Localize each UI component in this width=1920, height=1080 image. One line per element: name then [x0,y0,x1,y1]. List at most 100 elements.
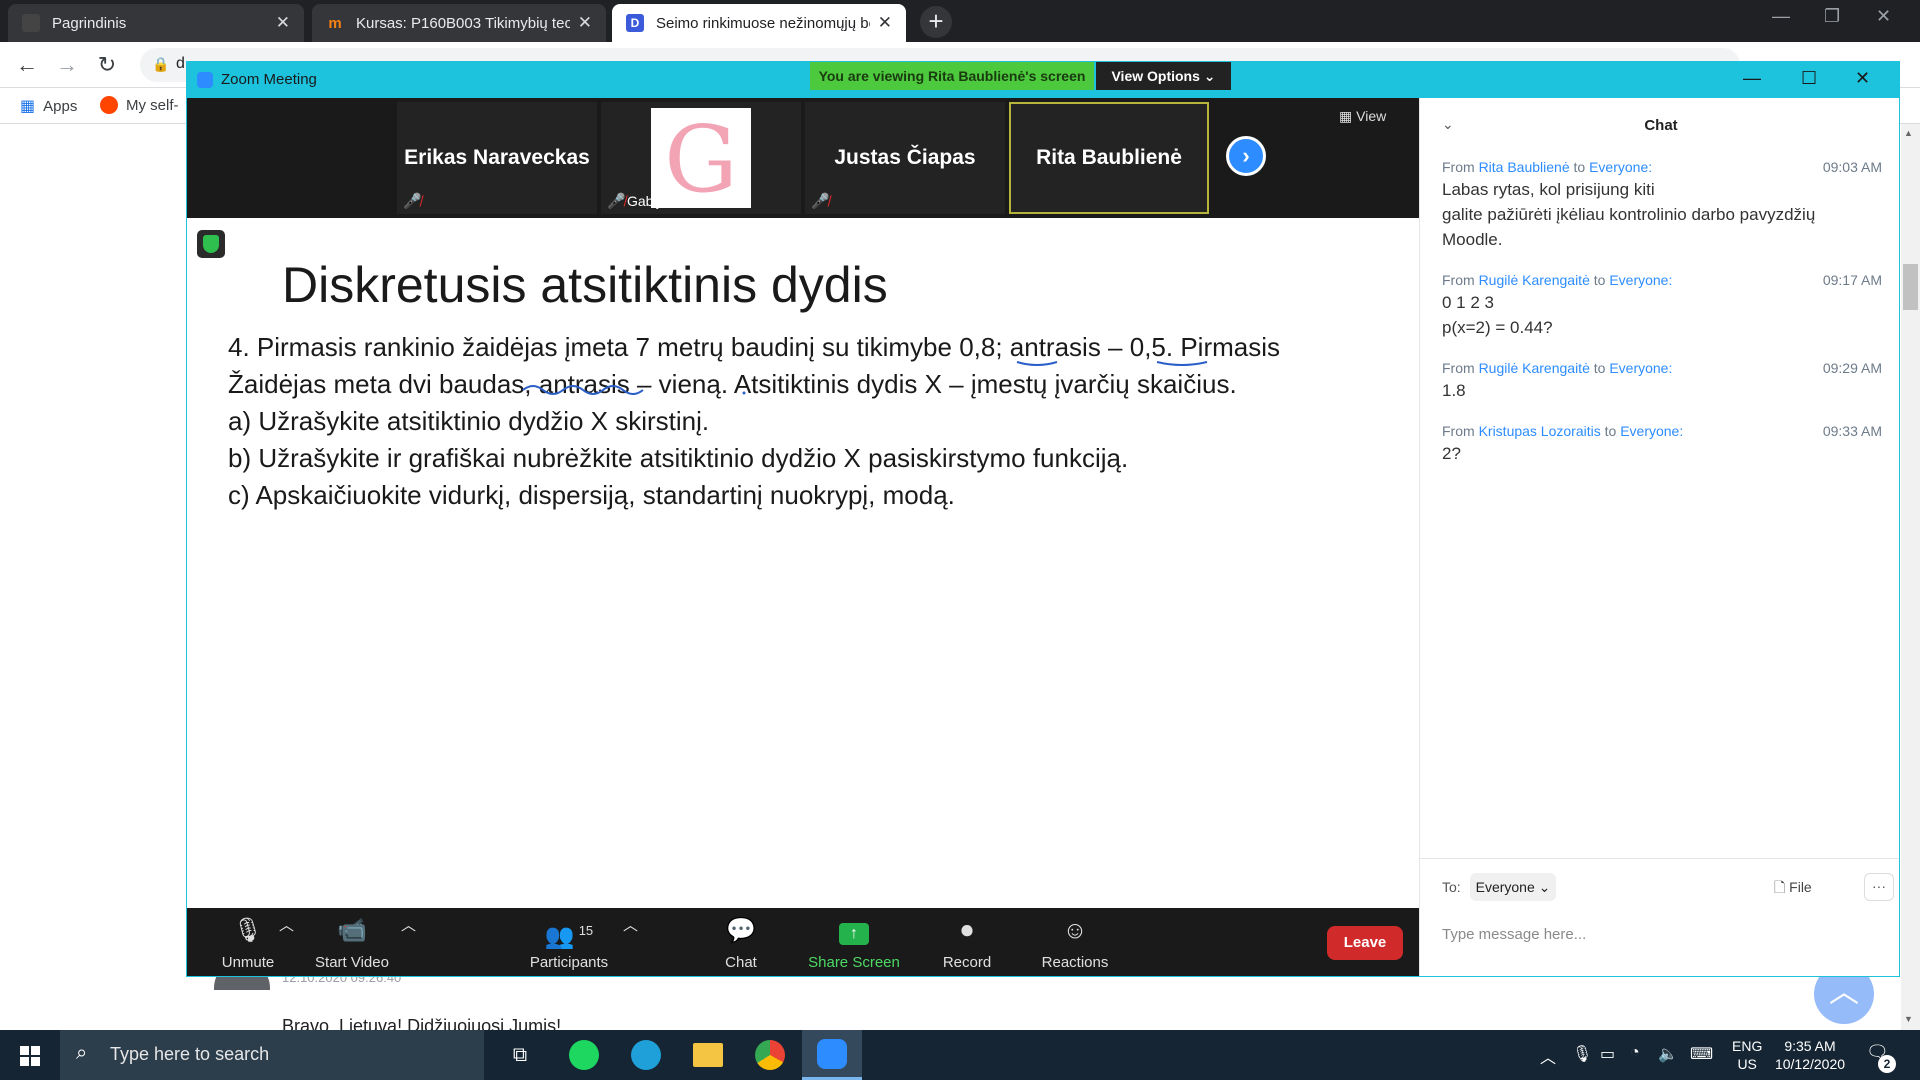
taskbar-search[interactable]: ⌕ Type here to search [60,1030,484,1080]
record-icon: ⏺ [961,917,973,944]
chat-message: From Rugilė Karengaitė to Everyone: 09:2… [1442,360,1882,403]
leave-button[interactable]: Leave [1327,926,1403,960]
chat-message-text: 1.8 [1442,381,1466,400]
chat-message-header: From Rugilė Karengaitė to Everyone: 09:2… [1442,360,1882,376]
file-button[interactable]: 🗋 File [1774,877,1812,901]
page-scroll-thumb[interactable] [1903,264,1918,310]
next-participants-button[interactable]: › [1226,136,1266,176]
new-tab-button[interactable]: + [920,6,952,38]
participant-name: Erikas Naraveckas [404,146,590,169]
zoom-maximize-icon[interactable]: ☐ [1801,68,1817,89]
battery-icon[interactable]: ▭ [1600,1044,1615,1064]
chat-message: From Kristupas Lozoraitis to Everyone: 0… [1442,423,1882,466]
zoom-close-icon[interactable]: ✕ [1855,68,1870,89]
bookmark-apps[interactable]: ▦ Apps [20,96,77,116]
show-hidden-icons-icon[interactable]: ︿ [1540,1044,1556,1068]
windows-logo-pane [31,1046,40,1055]
sender-name[interactable]: Rugilė Karengaitė [1479,272,1590,288]
share-screen-button[interactable]: ↑ Share Screen [799,914,909,971]
bookmark-my-self[interactable]: My self- [100,96,179,114]
zoom-title-bar: Zoom Meeting You are viewing Rita Baubli… [187,62,1899,98]
scroll-down-arrow-icon[interactable]: ▼ [1904,1014,1913,1024]
d-icon: D [626,14,644,32]
view-layout-button[interactable]: ▦ View [1339,108,1386,125]
wifi-icon[interactable]: ◔ [1630,1044,1640,1062]
recipient-name[interactable]: Everyone: [1589,159,1652,175]
reactions-button[interactable]: ☺ Reactions [1027,914,1123,971]
participant-name: Justas Čiapas [834,146,976,169]
participants-icon: 👥 [544,923,575,950]
recipient-name[interactable]: Everyone: [1620,423,1683,439]
zoom-minimize-icon[interactable]: — [1743,68,1761,89]
volume-icon[interactable]: 🔈 [1658,1044,1678,1064]
close-tab-icon[interactable]: ✕ [878,13,892,33]
reload-icon[interactable]: ↻ [92,50,122,80]
start-button[interactable] [0,1030,60,1080]
chat-message-text: Labas rytas, kol prisijung kiti galite p… [1442,180,1816,249]
view-options-button[interactable]: View Options ⌄ [1096,62,1231,90]
page-scrollbar[interactable] [1901,124,1920,1030]
tab-title: Seimo rinkimuose nežinomųjų be [656,14,870,32]
taskbar-spotify[interactable] [554,1030,614,1080]
chat-message-header: From Kristupas Lozoraitis to Everyone: 0… [1442,423,1882,439]
clock-time: 9:35 AM [1784,1038,1836,1054]
record-button[interactable]: ⏺ Record [927,914,1007,971]
address-text: d [176,55,185,72]
from-label: From [1442,272,1475,288]
back-icon[interactable]: ← [12,50,42,80]
start-video-button[interactable]: 📹 Start Video [293,914,411,971]
browser-tab-seimo[interactable]: D Seimo rinkimuose nežinomųjų be ✕ [612,4,906,42]
restore-icon[interactable]: ❐ [1824,6,1840,27]
tab-title: Pagrindinis [52,14,127,32]
taskbar-zoom[interactable] [802,1030,862,1080]
sender-name[interactable]: Rita Baublienė [1479,159,1570,175]
sender-name[interactable]: Rugilė Karengaitė [1479,360,1590,376]
muted-mic-icon: 🎤̸ [811,193,830,210]
meeting-controls: 🎙 Unmute ︿ 📹 Start Video ︿ 👥 15 Participa… [187,908,1419,976]
close-tab-icon[interactable]: ✕ [276,13,290,33]
scroll-up-arrow-icon[interactable]: ▲ [1904,128,1913,138]
participant-tile-rita[interactable]: Rita Baublienė [1009,102,1209,214]
minimize-icon[interactable]: — [1772,6,1790,27]
browser-tab-strip: Pagrindinis ✕ m Kursas: P160B003 Tikimyb… [0,0,1920,42]
taskbar-clock[interactable]: 9:35 AM 10/12/2020 [1768,1037,1852,1073]
keyboard-icon[interactable]: ⌨ [1690,1044,1713,1064]
chat-button[interactable]: 💬 Chat [701,914,781,971]
recipient-name[interactable]: Everyone: [1609,360,1672,376]
taskbar-chrome[interactable] [740,1030,800,1080]
browser-tab-pagrindinis[interactable]: Pagrindinis ✕ [8,4,304,42]
control-label: Chat [725,954,757,971]
participant-tile-erikas[interactable]: Erikas Naraveckas 🎤̸ [397,102,597,214]
participant-tile-justas[interactable]: Justas Čiapas 🎤̸ [805,102,1005,214]
taskbar-file-explorer[interactable] [678,1030,738,1080]
audio-options-caret-icon[interactable]: ︿ [279,914,294,935]
pen-annotations [522,361,1208,395]
close-tab-icon[interactable]: ✕ [578,13,592,33]
video-options-caret-icon[interactable]: ︿ [401,914,416,935]
participants-options-caret-icon[interactable]: ︿ [623,914,638,935]
task-view-button[interactable]: ⧉ [490,1030,550,1080]
notification-badge: 2 [1878,1055,1896,1073]
to-label: to [1593,272,1606,288]
file-icon: 🗋 [1774,879,1786,895]
lang-code: ENG [1732,1038,1763,1054]
forward-icon[interactable]: → [52,50,82,80]
taskbar-edge[interactable] [616,1030,676,1080]
language-indicator[interactable]: ENG US [1732,1037,1762,1073]
share-screen-icon: ↑ [839,923,869,945]
sender-name[interactable]: Kristupas Lozoraitis [1479,423,1601,439]
video-strip: Erikas Naraveckas 🎤̸ G 🎤̸ Gabija Vaivad.… [187,98,1419,218]
from-label: From [1442,159,1475,175]
browser-tab-kursas[interactable]: m Kursas: P160B003 Tikimybių teori ✕ [312,4,606,42]
to-label: to [1593,360,1606,376]
participants-button[interactable]: 👥 15 Participants [517,914,621,971]
chat-message-input[interactable] [1442,919,1882,949]
chat-panel: ⌄ Chat From Rita Baublienė to Everyone: … [1419,98,1899,976]
recipient-name[interactable]: Everyone: [1609,272,1672,288]
microphone-icon[interactable]: 🎙 [1572,1044,1592,1064]
more-options-button[interactable]: ··· [1864,873,1894,901]
close-window-icon[interactable]: ✕ [1876,6,1891,27]
recipient-select[interactable]: Everyone ⌄ [1470,873,1556,901]
windows-logo-pane [31,1057,40,1066]
participant-tile-gabija[interactable]: G 🎤̸ Gabija Vaivad... [601,102,801,214]
